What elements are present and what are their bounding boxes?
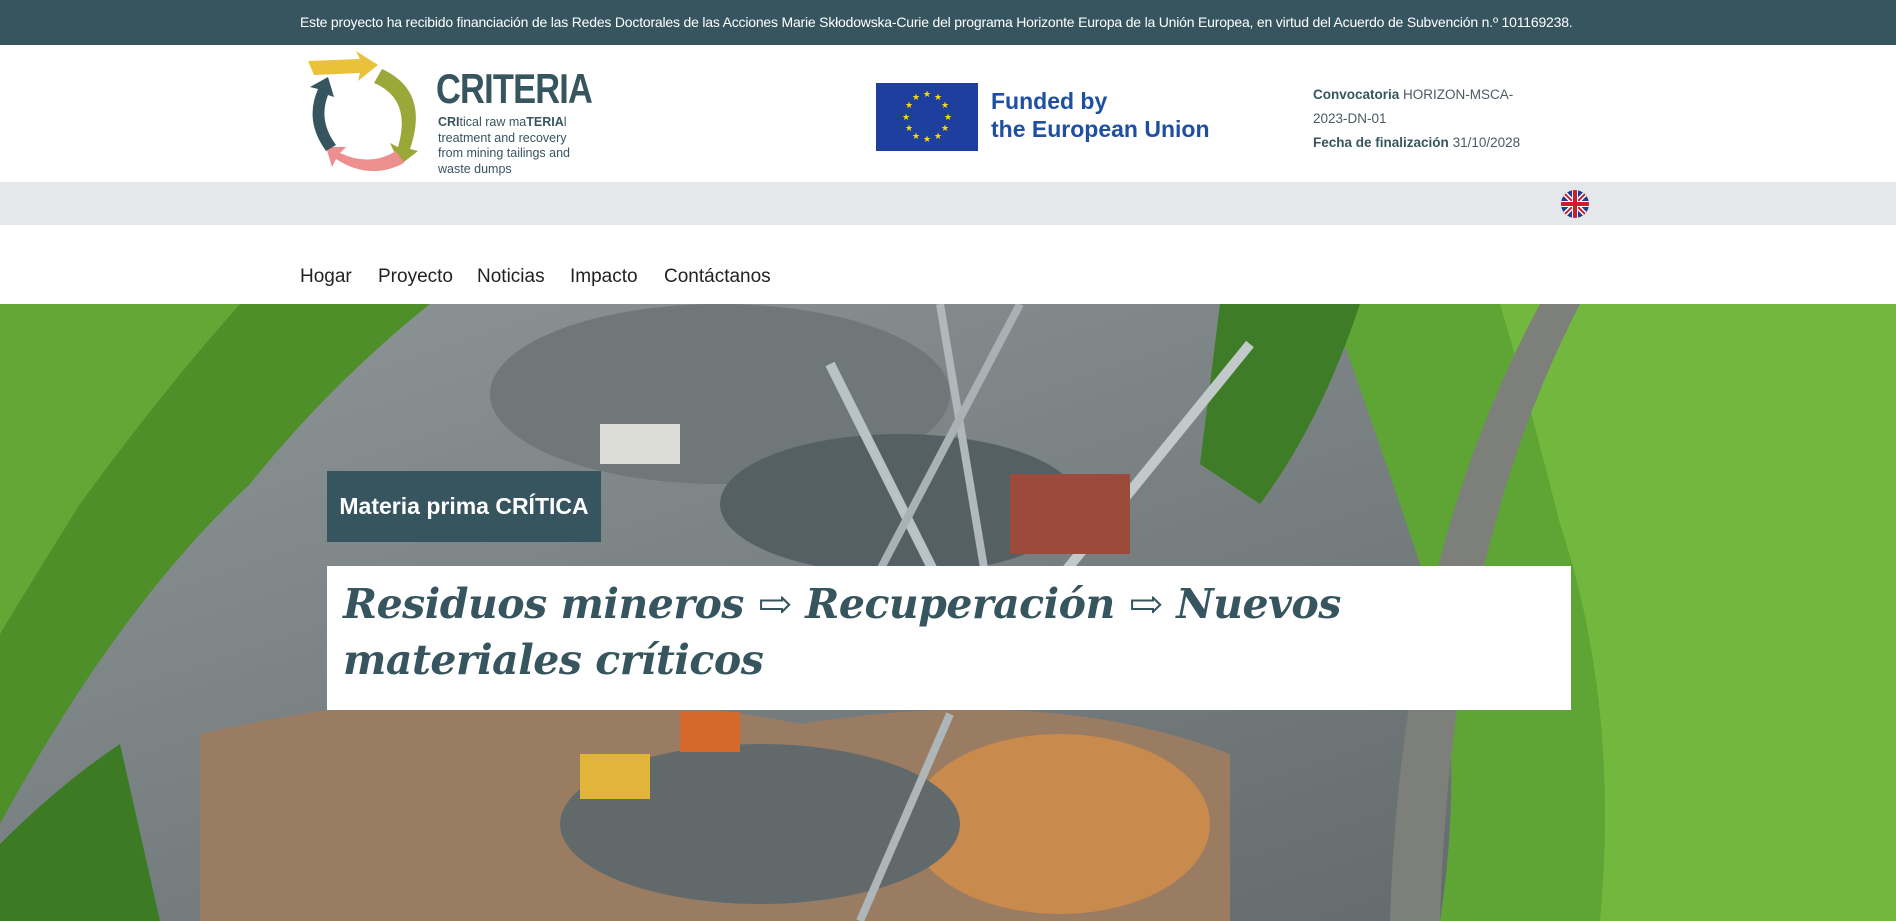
nav-item-noticias[interactable]: Noticias [477, 266, 545, 288]
svg-text:★: ★ [944, 113, 952, 123]
funding-text: Este proyecto ha recibido financiación d… [300, 14, 1573, 30]
uk-flag-icon[interactable] [1561, 190, 1589, 218]
funding-bar: Este proyecto ha recibido financiación d… [0, 0, 1896, 45]
logo-subtitle: CRItical raw maTERIAl treatment and reco… [438, 115, 571, 176]
eu-flag-icon: ★ ★ ★ ★ ★ ★ ★ ★ ★ ★ ★ ★ [876, 83, 978, 151]
logo-title: CRITERIA [436, 65, 593, 112]
eu-funding-label: Funded by the European Union [991, 88, 1210, 142]
nav-item-impacto[interactable]: Impacto [570, 266, 638, 288]
svg-text:★: ★ [902, 113, 910, 123]
svg-text:★: ★ [941, 101, 949, 111]
nav-item-proyecto[interactable]: Proyecto [378, 266, 453, 288]
svg-text:★: ★ [912, 132, 920, 142]
svg-text:★: ★ [934, 132, 942, 142]
call-label: Convocatoria [1313, 87, 1400, 102]
site-header: CRITERIA CRItical raw maTERIAl treatment… [0, 45, 1896, 182]
svg-text:★: ★ [905, 124, 913, 134]
svg-text:★: ★ [923, 90, 931, 100]
criteria-logo[interactable]: CRITERIA CRItical raw maTERIAl treatment… [300, 51, 593, 181]
hero-headline-box: Residuos mineros ⇨ Recuperación ⇨ Nuevos… [327, 566, 1571, 710]
call-info: Convocatoria HORIZON-MSCA-2023-DN-01 Fec… [1313, 83, 1543, 155]
cycle-arrows-logo-icon [308, 51, 418, 172]
end-date-label: Fecha de finalización [1313, 135, 1449, 150]
nav-item-hogar[interactable]: Hogar [300, 266, 352, 288]
svg-text:★: ★ [912, 93, 920, 103]
end-date-value: 31/10/2028 [1452, 135, 1521, 150]
language-bar [0, 182, 1896, 225]
svg-text:★: ★ [941, 124, 949, 134]
main-navigation: Hogar Proyecto Noticias Impacto Contácta… [0, 225, 1896, 304]
hero-tag: Materia prima CRÍTICA [327, 471, 601, 542]
svg-text:★: ★ [923, 135, 931, 145]
hero-headline: Residuos mineros ⇨ Recuperación ⇨ Nuevos… [343, 580, 1341, 684]
nav-item-contactanos[interactable]: Contáctanos [664, 266, 771, 288]
